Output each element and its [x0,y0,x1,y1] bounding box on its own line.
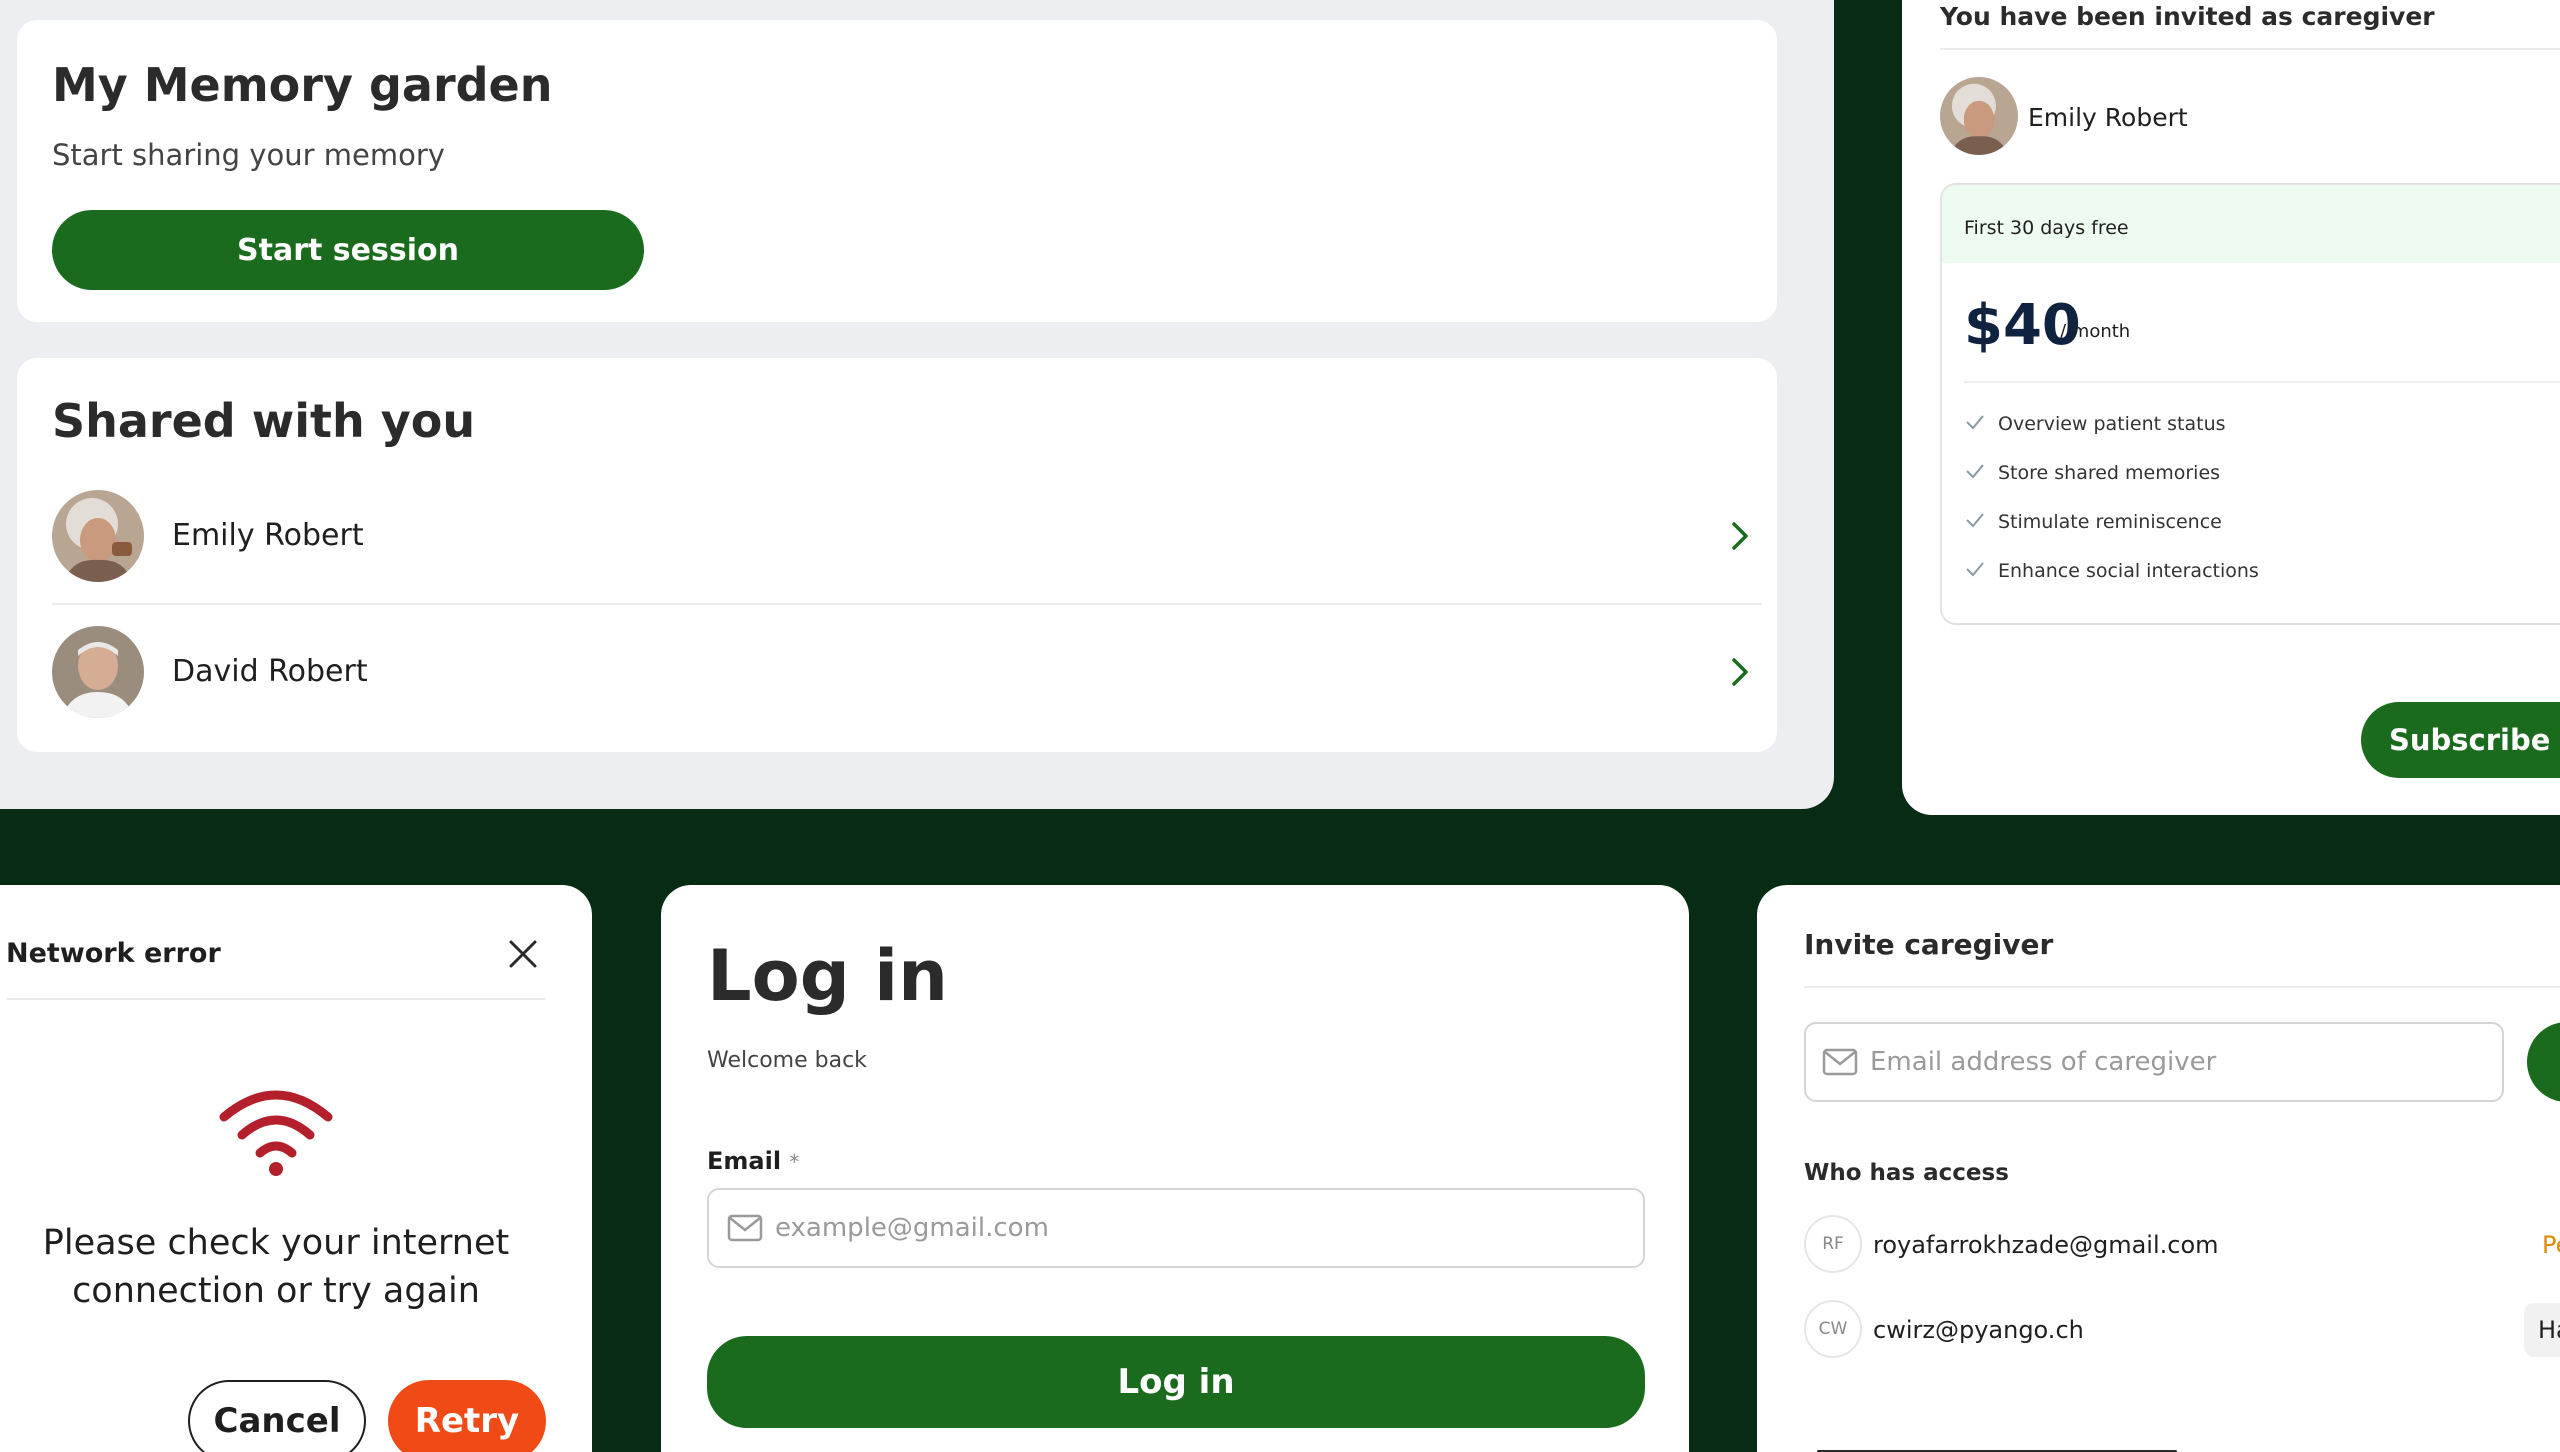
status-badge: Has ac [2524,1303,2560,1357]
subscribe-button[interactable]: Subscribe fo [2361,702,2560,778]
avatar-initials: CW [1804,1300,1862,1358]
shared-person-row[interactable]: David Robert [52,626,1762,718]
heading-divider [1940,48,2560,50]
status-badge: Pe [2542,1231,2560,1259]
invite-divider [1804,986,2560,988]
check-icon [1964,509,1986,536]
caregiver-email-placeholder: Email address of caregiver [1870,1047,2217,1077]
elderly-woman-avatar [1940,77,2018,155]
error-message: Please check your internet connection or… [0,1219,552,1315]
memory-garden-card: My Memory garden Start sharing your memo… [17,20,1777,322]
shared-title: Shared with you [52,394,476,448]
email-placeholder: example@gmail.com [775,1213,1049,1243]
wifi-icon [218,1083,334,1177]
shared-person-row[interactable]: Emily Robert [52,490,1762,582]
invite-heading: You have been invited as caregiver [1940,2,2435,31]
chevron-right-icon[interactable] [1722,654,1758,690]
feature-label: Overview patient status [1998,413,2226,435]
caregiver-email-input[interactable]: Email address of caregiver [1804,1022,2504,1102]
retry-button[interactable]: Retry [388,1380,546,1452]
feature-label: Stimulate reminiscence [1998,511,2222,533]
dialog-divider [6,998,546,1000]
shared-person-name: Emily Robert [172,518,364,553]
error-message-line: connection or try again [72,1271,480,1311]
email-label: Email * [707,1147,799,1175]
mail-icon [1822,1048,1858,1076]
cancel-button[interactable]: Cancel [188,1380,366,1452]
email-label-text: Email [707,1147,782,1175]
shared-person-name: David Robert [172,654,368,689]
feature-label: Enhance social interactions [1998,560,2259,582]
shared-with-you-card: Shared with you Emily Robert David Rober… [17,358,1777,752]
dialog-title: Network error [6,938,221,969]
chevron-right-icon[interactable] [1722,518,1758,554]
member-email: cwirz@pyango.ch [1873,1316,2084,1344]
memory-garden-panel: My Memory garden Start sharing your memo… [0,0,1834,809]
login-panel: Log in Welcome back Email * example@gmai… [661,885,1689,1452]
invited-person-name: Emily Robert [2028,103,2188,132]
memory-garden-title: My Memory garden [52,58,553,112]
network-error-dialog: Network error Please check your internet… [0,885,592,1452]
start-session-button[interactable]: Start session [52,210,644,290]
close-icon[interactable] [505,936,541,972]
pricing-card: First 30 days free $40 / month Overview … [1940,183,2560,625]
caregiver-invite-panel: You have been invited as caregiver Emily… [1902,0,2560,815]
login-button[interactable]: Log in [707,1336,1645,1428]
trial-text: First 30 days free [1964,217,2129,239]
invite-send-button[interactable] [2527,1022,2560,1102]
price-divider [1964,381,2560,383]
elderly-woman-avatar [52,490,144,582]
access-row: CW cwirz@pyango.ch Has ac [1804,1300,2560,1360]
error-message-line: Please check your internet [42,1223,510,1263]
invite-caregiver-panel: Invite caregiver Email address of caregi… [1757,885,2560,1452]
required-mark: * [789,1150,800,1174]
elderly-man-avatar [52,626,144,718]
access-row: RF royafarrokhzade@gmail.com Pe [1804,1215,2560,1275]
check-icon [1964,460,1986,487]
invite-title: Invite caregiver [1804,928,2054,961]
price-period: / month [2060,321,2131,342]
login-subtitle: Welcome back [707,1048,867,1073]
avatar-initials: RF [1804,1215,1862,1273]
row-divider [52,603,1762,605]
email-field[interactable]: example@gmail.com [707,1188,1645,1268]
check-icon [1964,411,1986,438]
check-icon [1964,558,1986,585]
login-title: Log in [707,935,949,1017]
trial-banner: First 30 days free [1942,185,2560,263]
feature-label: Store shared memories [1998,462,2221,484]
access-title: Who has access [1804,1160,2009,1186]
memory-garden-subtitle: Start sharing your memory [52,138,445,172]
mail-icon [727,1214,763,1242]
member-email: royafarrokhzade@gmail.com [1873,1231,2219,1259]
